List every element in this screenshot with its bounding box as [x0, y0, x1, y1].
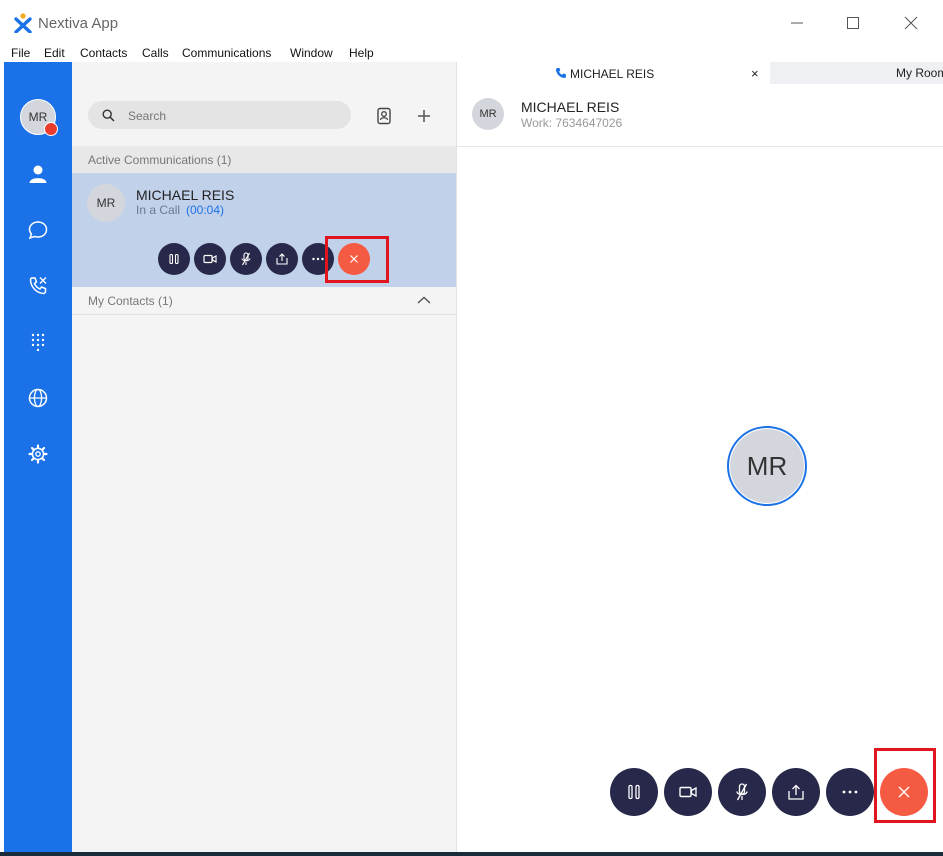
active-communications-header: Active Communications (1) — [72, 146, 456, 173]
call-duration: (00:04) — [186, 203, 225, 217]
mute-button[interactable] — [230, 243, 262, 275]
tab-label-michael-reis: MICHAEL REIS — [570, 67, 655, 81]
call-center-avatar: MR — [727, 426, 807, 506]
chat-icon[interactable] — [26, 218, 50, 242]
phone-icon — [556, 68, 566, 78]
call-header-avatar-initials: MR — [479, 108, 497, 120]
tab-strip: MICHAEL REIS × My Room — [457, 62, 943, 84]
caller-avatar-initials: MR — [96, 196, 116, 210]
menu-contacts[interactable]: Contacts — [80, 46, 127, 60]
menu-communications[interactable]: Communications — [182, 46, 271, 60]
transfer-button-large[interactable] — [772, 768, 820, 816]
tab-my-room[interactable]: My Room — [770, 62, 943, 84]
menu-edit[interactable]: Edit — [44, 46, 65, 60]
call-center-avatar-initials: MR — [746, 450, 788, 481]
pause-icon — [628, 784, 640, 800]
tab-label-my-room: My Room — [896, 66, 943, 80]
pause-icon — [169, 253, 179, 265]
call-status: In a Call — [136, 203, 181, 217]
maximize-button[interactable] — [839, 10, 867, 36]
hold-button-large[interactable] — [610, 768, 658, 816]
hold-button[interactable] — [158, 243, 190, 275]
share-transfer-icon — [788, 784, 804, 800]
menu-window[interactable]: Window — [290, 46, 333, 60]
menu-calls[interactable]: Calls — [142, 46, 169, 60]
settings-gear-icon[interactable] — [26, 442, 50, 466]
caller-avatar: MR — [87, 184, 125, 222]
dialpad-icon[interactable] — [26, 330, 50, 354]
directory-contact-icon[interactable] — [374, 106, 394, 126]
search-icon — [102, 109, 115, 122]
window-close-button[interactable] — [897, 10, 925, 36]
transfer-button[interactable] — [266, 243, 298, 275]
chevron-up-icon[interactable] — [417, 296, 431, 304]
call-detail-pane: MICHAEL REIS × My Room MR MICHAEL REIS W… — [457, 62, 943, 852]
tab-close-icon[interactable]: × — [751, 66, 759, 81]
search-input[interactable] — [126, 107, 330, 125]
share-transfer-icon — [276, 253, 288, 265]
more-options-button-large[interactable] — [826, 768, 874, 816]
nextiva-logo-icon — [14, 13, 32, 34]
microphone-off-icon — [241, 252, 251, 266]
call-history-icon[interactable] — [26, 274, 50, 298]
globe-icon[interactable] — [26, 386, 50, 410]
presence-status-icon — [44, 122, 58, 136]
search-field[interactable] — [88, 101, 351, 129]
nav-rail: MR — [4, 62, 72, 852]
title-bar: Nextiva App — [0, 0, 943, 44]
menu-bar: File Edit Contacts Calls Communications … — [0, 44, 943, 62]
my-contacts-header[interactable]: My Contacts (1) — [72, 287, 456, 315]
tab-michael-reis[interactable]: MICHAEL REIS × — [457, 62, 769, 84]
add-plus-icon[interactable] — [414, 106, 434, 126]
menu-help[interactable]: Help — [349, 46, 374, 60]
microphone-off-icon — [736, 783, 748, 801]
video-camera-icon — [203, 254, 217, 264]
active-call-row[interactable]: MR MICHAEL REIS In a Call (00:04) — [72, 173, 456, 287]
call-header-name: MICHAEL REIS — [521, 99, 620, 115]
window-bottom-edge — [0, 852, 943, 856]
user-avatar[interactable]: MR — [20, 99, 58, 136]
contacts-icon[interactable] — [26, 162, 50, 186]
communications-list-pane: Active Communications (1) MR MICHAEL REI… — [72, 62, 456, 852]
more-dots-icon — [312, 257, 324, 261]
end-call-large-highlight-box — [874, 748, 936, 823]
app-title: Nextiva App — [38, 15, 119, 32]
more-dots-icon — [842, 790, 858, 794]
video-camera-icon — [679, 786, 697, 798]
my-contacts-label: My Contacts (1) — [88, 294, 173, 308]
mute-button-large[interactable] — [718, 768, 766, 816]
caller-name: MICHAEL REIS — [136, 187, 235, 203]
call-header-avatar: MR — [472, 98, 504, 130]
call-header: MR MICHAEL REIS Work: 7634647026 — [457, 84, 943, 147]
call-header-detail: Work: 7634647026 — [521, 116, 623, 130]
active-communications-label: Active Communications (1) — [88, 153, 232, 167]
video-button[interactable] — [194, 243, 226, 275]
minimize-button[interactable] — [783, 10, 811, 36]
menu-file[interactable]: File — [11, 46, 30, 60]
end-call-highlight-box — [325, 236, 389, 283]
video-button-large[interactable] — [664, 768, 712, 816]
user-avatar-initials: MR — [28, 110, 48, 124]
